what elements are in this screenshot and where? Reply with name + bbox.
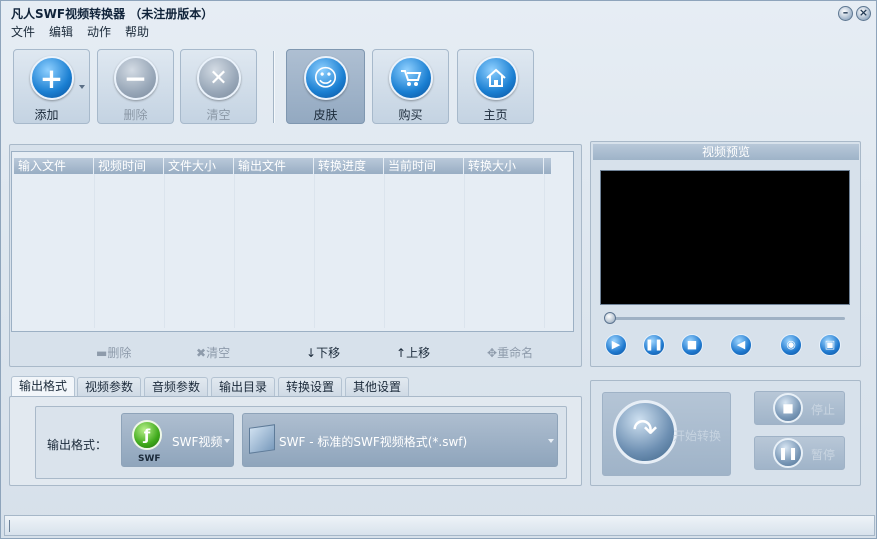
pause-convert-button[interactable]: ❚❚ 暂停 (754, 436, 845, 470)
preview-title: 视频预览 (593, 144, 859, 160)
camera-icon[interactable]: ◉ (780, 334, 802, 356)
tab-output-dir[interactable]: 输出目录 (211, 377, 276, 396)
col-divider (314, 174, 315, 328)
col-divider (234, 174, 235, 328)
tab-audio-params[interactable]: 音频参数 (144, 377, 209, 396)
col-converted-size[interactable]: 转换大小 (464, 158, 544, 174)
chevron-down-icon (548, 439, 554, 443)
delete-label: 删除 (123, 108, 148, 122)
clear-button[interactable]: ✕ 清空 (180, 49, 257, 124)
play-icon[interactable]: ▶ (605, 334, 627, 356)
seek-handle[interactable] (604, 312, 616, 324)
skin-label: 皮肤 (313, 108, 338, 122)
col-divider (94, 174, 95, 328)
col-progress[interactable]: 转换进度 (314, 158, 384, 174)
pause-icon: ❚❚ (773, 438, 803, 468)
package-icon (249, 424, 275, 454)
start-convert-label: 开始转换 (673, 429, 722, 443)
start-convert-button[interactable]: ↷ 开始转换 (602, 392, 731, 476)
pause-convert-label: 暂停 (811, 448, 836, 462)
tab-other-settings[interactable]: 其他设置 (345, 377, 410, 396)
col-current-time[interactable]: 当前时间 (384, 158, 464, 174)
skin-button[interactable]: ☺ 皮肤 (286, 49, 365, 124)
smiley-icon: ☺ (303, 56, 348, 100)
rename-label: 重命名 (497, 346, 534, 360)
format-value: SWF - 标准的SWF视频格式(*.swf) (279, 435, 468, 449)
list-delete-button[interactable]: ▬删除 (96, 344, 131, 361)
x-icon: ✕ (196, 56, 241, 100)
pause-icon[interactable]: ❚❚ (643, 334, 665, 356)
stop-icon[interactable]: ■ (681, 334, 703, 356)
app-window: 凡人SWF视频转换器 （未注册版本） – × 文件 编辑 动作 帮助 + 添加 … (0, 0, 877, 539)
minimize-icon[interactable]: – (838, 6, 853, 21)
col-divider (464, 174, 465, 328)
move-up-button[interactable]: ↑上移 (396, 344, 430, 361)
window-title: 凡人SWF视频转换器 （未注册版本） (11, 7, 214, 21)
close-icon[interactable]: × (856, 6, 871, 21)
home-icon (473, 56, 518, 100)
toolbar-separator (273, 51, 275, 123)
col-divider (164, 174, 165, 328)
menu-help[interactable]: 帮助 (125, 23, 149, 41)
move-up-label: 上移 (406, 346, 431, 360)
clear-label: 清空 (206, 108, 231, 122)
list-delete-label: 删除 (107, 346, 132, 360)
col-divider (544, 174, 545, 328)
chevron-down-icon (224, 439, 230, 443)
rename-button[interactable]: ✥重命名 (487, 344, 533, 361)
folder-icon[interactable]: ▣ (819, 334, 841, 356)
menu-file[interactable]: 文件 (11, 23, 35, 41)
delete-button[interactable]: − 删除 (97, 49, 174, 124)
home-button[interactable]: 主页 (457, 49, 534, 124)
file-list[interactable]: 输入文件 视频时间 文件大小 输出文件 转换进度 当前时间 转换大小 (11, 151, 574, 332)
status-divider (9, 520, 10, 532)
col-divider (384, 174, 385, 328)
arrow-down-icon: ↓ (306, 346, 317, 360)
menu-action[interactable]: 动作 (87, 23, 111, 41)
file-list-header: 输入文件 视频时间 文件大小 输出文件 转换进度 当前时间 转换大小 (14, 158, 552, 174)
plus-icon: + (29, 56, 74, 100)
cart-icon (388, 56, 433, 100)
buy-label: 购买 (398, 108, 423, 122)
minus-icon: − (113, 56, 158, 100)
format-select[interactable]: SWF - 标准的SWF视频格式(*.swf) (242, 413, 558, 467)
home-label: 主页 (483, 108, 508, 122)
status-bar (4, 515, 875, 536)
col-file-size[interactable]: 文件大小 (164, 158, 234, 174)
menu-edit[interactable]: 编辑 (49, 23, 73, 41)
output-format-label: 输出格式： (47, 438, 108, 452)
list-clear-button[interactable]: ✖清空 (196, 344, 230, 361)
format-category-value: SWF视频 (172, 435, 223, 449)
tab-output-format[interactable]: 输出格式 (11, 376, 76, 397)
volume-icon[interactable]: ◀ (730, 334, 752, 356)
col-filler (544, 158, 552, 174)
move-down-button[interactable]: ↓下移 (306, 344, 340, 361)
move-icon: ✥ (487, 346, 498, 360)
swf-icon: ƒ (132, 420, 162, 450)
tab-video-params[interactable]: 视频参数 (77, 377, 142, 396)
seek-bar[interactable] (607, 317, 845, 320)
minus-icon: ▬ (96, 346, 108, 360)
arrow-up-icon: ↑ (396, 346, 407, 360)
x-icon: ✖ (196, 346, 207, 360)
stop-convert-label: 停止 (811, 403, 836, 417)
add-label: 添加 (34, 108, 59, 122)
col-output-file[interactable]: 输出文件 (234, 158, 314, 174)
swf-icon-caption: SWF (138, 454, 161, 464)
add-dropdown-icon[interactable] (79, 85, 85, 89)
format-category-select[interactable]: ƒ SWF SWF视频 (121, 413, 234, 467)
move-down-label: 下移 (316, 346, 341, 360)
video-screen (600, 170, 850, 305)
buy-button[interactable]: 购买 (372, 49, 449, 124)
menu-bar: 文件 编辑 动作 帮助 (11, 23, 149, 41)
convert-arrow-icon: ↷ (613, 400, 677, 464)
tab-convert-settings[interactable]: 转换设置 (278, 377, 343, 396)
stop-icon: ■ (773, 393, 803, 423)
title-bar: 凡人SWF视频转换器 （未注册版本） – × (1, 1, 877, 23)
col-video-time[interactable]: 视频时间 (94, 158, 164, 174)
stop-convert-button[interactable]: ■ 停止 (754, 391, 845, 425)
list-clear-label: 清空 (206, 346, 231, 360)
col-input-file[interactable]: 输入文件 (14, 158, 94, 174)
